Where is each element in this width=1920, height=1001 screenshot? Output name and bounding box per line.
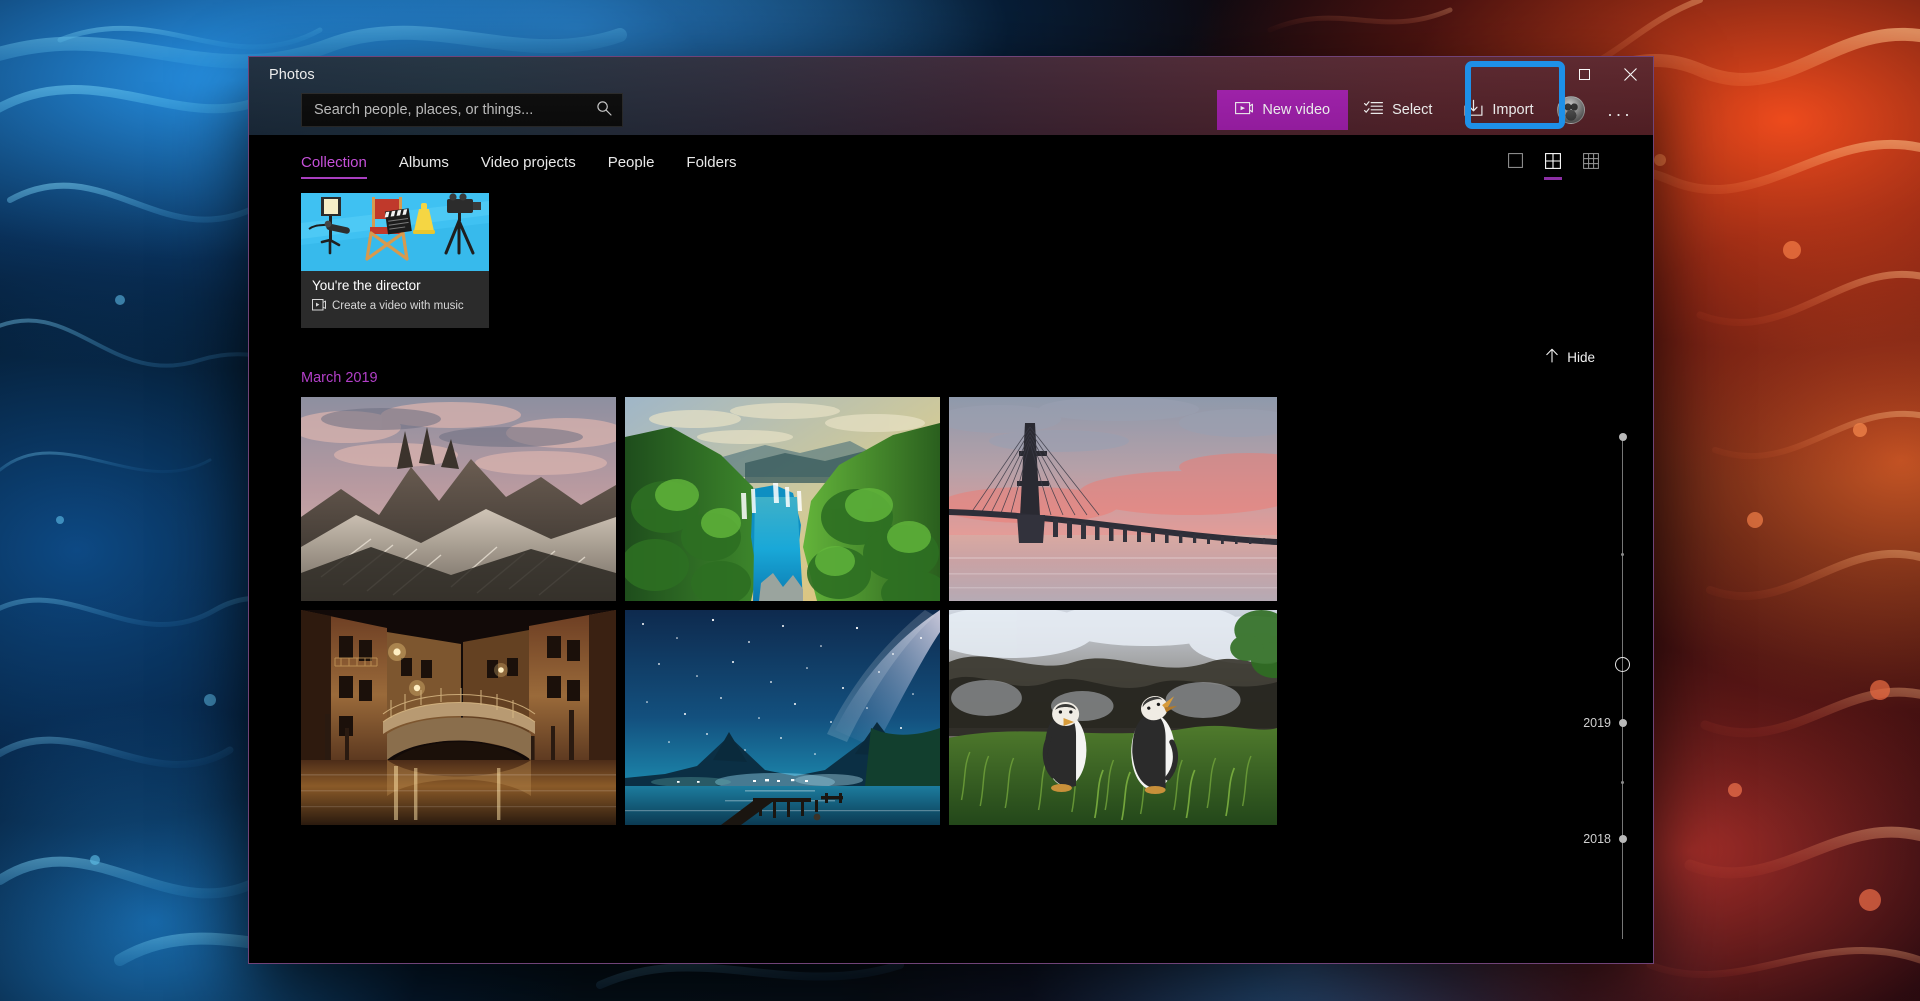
timeline-handle[interactable] bbox=[1615, 657, 1630, 672]
timeline-dot-top[interactable] bbox=[1618, 433, 1627, 441]
tab-folders-label: Folders bbox=[686, 154, 737, 171]
window-content: Collection Albums Video projects People … bbox=[249, 135, 1653, 963]
timeline-scrollbar[interactable]: 2019 2018 bbox=[1583, 425, 1635, 945]
hide-button[interactable]: Hide bbox=[1545, 348, 1595, 366]
timeline-dot-2018[interactable] bbox=[1618, 835, 1627, 843]
director-promo-card[interactable]: You're the director Create a video with … bbox=[301, 193, 489, 328]
photo-turquoise-lake-canyon[interactable] bbox=[625, 397, 940, 601]
video-plus-icon bbox=[1235, 100, 1254, 120]
search-icon[interactable] bbox=[596, 100, 612, 121]
month-header[interactable]: March 2019 bbox=[301, 370, 378, 386]
window-title-bar: Photos Search people, places, or things.… bbox=[249, 57, 1653, 135]
tab-video-projects-label: Video projects bbox=[480, 154, 576, 171]
more-ellipsis-icon: ... bbox=[1607, 99, 1633, 120]
tab-people[interactable]: People bbox=[608, 154, 655, 181]
more-options-button[interactable]: ... bbox=[1593, 90, 1647, 130]
photo-venice-canal-night[interactable] bbox=[301, 610, 616, 825]
director-card-text: You're the director Create a video with … bbox=[301, 271, 489, 314]
timeline-track bbox=[1622, 435, 1623, 939]
grid-3x3-icon bbox=[1583, 152, 1599, 174]
tab-albums[interactable]: Albums bbox=[399, 154, 449, 181]
import-tray-arrow-icon bbox=[1464, 99, 1483, 121]
new-video-button[interactable]: New video bbox=[1217, 90, 1349, 130]
tab-albums-label: Albums bbox=[398, 154, 449, 171]
film-set-illustration bbox=[301, 193, 489, 271]
photos-app-window: Photos Search people, places, or things.… bbox=[248, 56, 1654, 964]
maximize-square-icon bbox=[1578, 68, 1590, 80]
new-video-label: New video bbox=[1262, 102, 1331, 118]
select-label: Select bbox=[1392, 102, 1433, 118]
tab-video-projects[interactable]: Video projects bbox=[481, 154, 576, 181]
photo-grid bbox=[301, 397, 1573, 825]
select-button[interactable]: Select bbox=[1348, 90, 1448, 130]
app-title: Photos bbox=[269, 67, 315, 83]
navigation-tabs: Collection Albums Video projects People … bbox=[249, 135, 1653, 181]
tab-collection-label: Collection bbox=[301, 154, 367, 171]
tab-people-label: People bbox=[607, 154, 655, 171]
view-size-toggles bbox=[1505, 152, 1601, 180]
small-view-toggle[interactable] bbox=[1581, 152, 1601, 174]
director-card-title: You're the director bbox=[312, 278, 421, 293]
chevron-up-icon bbox=[1545, 348, 1559, 366]
close-button[interactable] bbox=[1607, 57, 1653, 91]
import-label: Import bbox=[1492, 102, 1534, 118]
hide-button-label: Hide bbox=[1567, 349, 1595, 365]
video-clip-icon bbox=[312, 298, 326, 314]
window-controls bbox=[1561, 57, 1653, 91]
single-square-icon bbox=[1507, 153, 1523, 173]
photo-cable-bridge-sunset[interactable] bbox=[949, 397, 1277, 601]
timeline-label-2019: 2019 bbox=[1583, 716, 1611, 730]
user-avatar[interactable] bbox=[1557, 96, 1586, 124]
medium-view-toggle[interactable] bbox=[1543, 152, 1563, 180]
timeline-dot-2019[interactable] bbox=[1618, 719, 1627, 727]
search-input[interactable] bbox=[314, 102, 590, 118]
maximize-button[interactable] bbox=[1561, 57, 1607, 91]
photo-milky-way-lake[interactable] bbox=[625, 610, 940, 825]
close-x-icon bbox=[1623, 67, 1637, 81]
director-card-subtitle: Create a video with music bbox=[332, 300, 464, 313]
timeline-dot-minor-1[interactable] bbox=[1621, 553, 1624, 556]
timeline-label-2018: 2018 bbox=[1583, 832, 1611, 846]
photo-penguins-grass[interactable] bbox=[949, 610, 1277, 825]
director-card-subtitle-row: Create a video with music bbox=[312, 298, 478, 314]
tab-collection[interactable]: Collection bbox=[301, 154, 367, 181]
search-box[interactable] bbox=[301, 93, 623, 127]
timeline-dot-minor-2[interactable] bbox=[1621, 781, 1624, 784]
checklist-icon bbox=[1364, 100, 1384, 120]
command-bar: New video Select Import ... bbox=[1217, 90, 1647, 130]
large-view-toggle[interactable] bbox=[1505, 153, 1525, 173]
photo-mountain-peaks-sunset[interactable] bbox=[301, 397, 616, 601]
import-button[interactable]: Import bbox=[1448, 90, 1549, 130]
grid-2x2-icon bbox=[1545, 152, 1561, 174]
tab-folders[interactable]: Folders bbox=[686, 154, 736, 181]
